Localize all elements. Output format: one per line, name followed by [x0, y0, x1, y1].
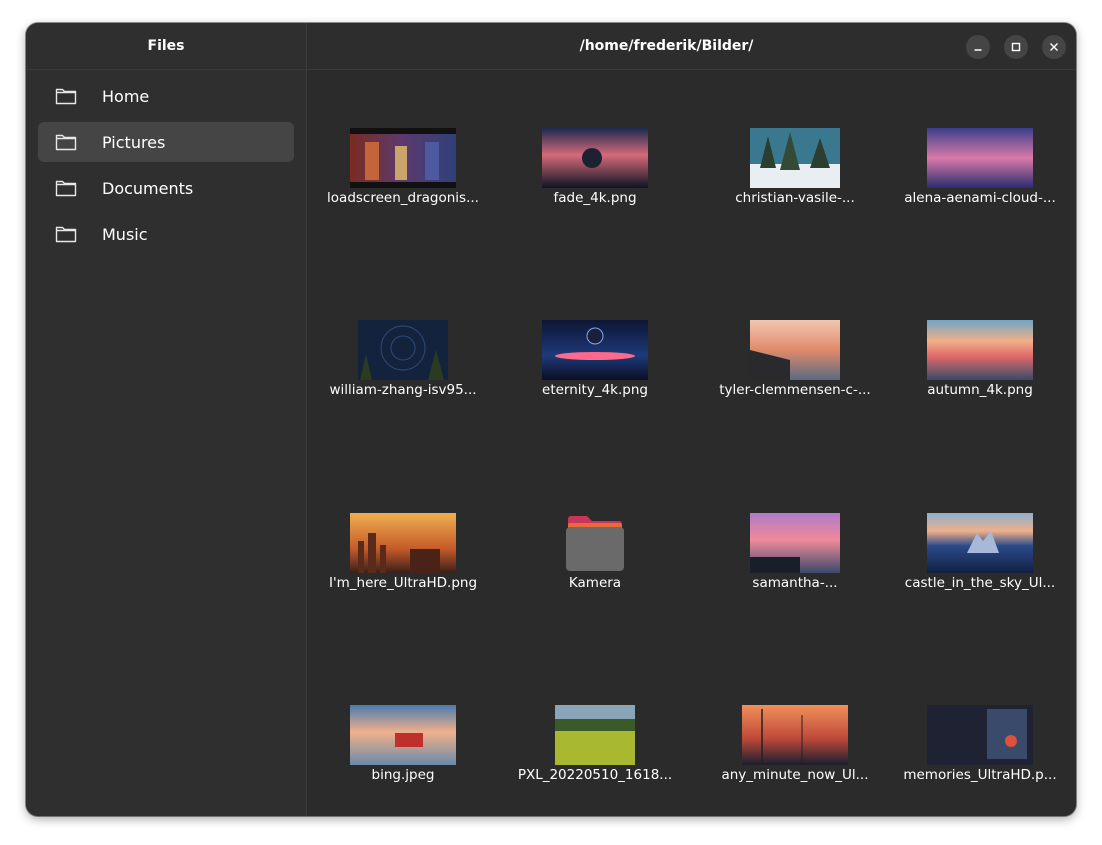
file-item[interactable]: loadscreen_dragonis...	[313, 126, 493, 236]
image-thumbnail	[358, 320, 448, 380]
current-path: /home/frederik/Bilder/	[579, 38, 754, 54]
image-thumbnail	[542, 320, 648, 380]
file-name: tyler-clemmensen-c-...	[719, 382, 871, 398]
close-icon	[1050, 43, 1058, 51]
file-name: autumn_4k.png	[927, 382, 1033, 398]
folder-icon	[566, 516, 624, 571]
sidebar-item-documents[interactable]: Documents	[38, 168, 294, 208]
sidebar-item-home[interactable]: Home	[38, 76, 294, 116]
sidebar-item-label: Home	[102, 86, 150, 106]
sidebar-item-label: Pictures	[102, 132, 166, 152]
file-name: I'm_here_UltraHD.png	[328, 575, 478, 591]
image-thumbnail	[750, 320, 840, 380]
file-name: loadscreen_dragonis...	[327, 190, 479, 206]
main-pane: /home/frederik/Bilder/ loadscreen_dragon…	[307, 23, 1076, 816]
sidebar: Files Home Pictures Documents Music	[26, 23, 307, 816]
sidebar-item-label: Music	[102, 224, 148, 244]
file-item[interactable]: any_minute_now_Ul...	[705, 703, 885, 813]
places-list: Home Pictures Documents Music	[26, 70, 306, 254]
image-thumbnail	[350, 513, 456, 573]
file-item[interactable]: eternity_4k.png	[505, 318, 685, 428]
image-thumbnail	[350, 705, 456, 765]
file-item[interactable]: christian-vasile-...	[705, 126, 885, 236]
file-item[interactable]: alena-aenami-cloud-...	[890, 126, 1070, 236]
folder-name: Kamera	[568, 575, 622, 591]
file-item[interactable]: fade_4k.png	[505, 126, 685, 236]
file-name: memories_UltraHD.p...	[903, 767, 1057, 783]
image-thumbnail	[750, 128, 840, 188]
close-button[interactable]	[1042, 35, 1066, 59]
file-item[interactable]: autumn_4k.png	[890, 318, 1070, 428]
file-name: bing.jpeg	[371, 767, 435, 783]
file-item[interactable]: bing.jpeg	[313, 703, 493, 813]
file-item[interactable]: samantha-...	[705, 511, 885, 621]
image-thumbnail	[555, 705, 635, 765]
file-name: christian-vasile-...	[735, 190, 855, 206]
file-item[interactable]: PXL_20220510_1618...	[505, 703, 685, 813]
file-item[interactable]: tyler-clemmensen-c-...	[705, 318, 885, 428]
minimize-icon	[974, 49, 982, 51]
file-name: castle_in_the_sky_Ul...	[904, 575, 1056, 591]
file-manager-window: Files Home Pictures Documents Music /hom…	[26, 23, 1076, 816]
image-thumbnail	[927, 128, 1033, 188]
minimize-button[interactable]	[966, 35, 990, 59]
file-name: samantha-...	[752, 575, 838, 591]
file-item[interactable]: memories_UltraHD.p...	[890, 703, 1070, 813]
file-name: eternity_4k.png	[542, 382, 648, 398]
folder-item[interactable]: Kamera	[505, 511, 685, 621]
sidebar-item-label: Documents	[102, 178, 194, 198]
folder-icon	[55, 180, 77, 197]
sidebar-item-pictures[interactable]: Pictures	[38, 122, 294, 162]
image-thumbnail	[750, 513, 840, 573]
image-thumbnail	[927, 705, 1033, 765]
sidebar-item-music[interactable]: Music	[38, 214, 294, 254]
folder-icon	[55, 134, 77, 151]
file-name: alena-aenami-cloud-...	[904, 190, 1056, 206]
header-bar: /home/frederik/Bilder/	[307, 23, 1076, 70]
image-thumbnail	[542, 128, 648, 188]
file-item[interactable]: william-zhang-isv95...	[313, 318, 493, 428]
file-item[interactable]: castle_in_the_sky_Ul...	[890, 511, 1070, 621]
file-name: fade_4k.png	[553, 190, 637, 206]
image-thumbnail	[927, 320, 1033, 380]
image-thumbnail	[927, 513, 1033, 573]
image-thumbnail	[742, 705, 848, 765]
file-name: any_minute_now_Ul...	[721, 767, 869, 783]
maximize-icon	[1011, 42, 1021, 52]
folder-icon	[55, 226, 77, 243]
file-grid: loadscreen_dragonis... fade_4k.png chris…	[307, 70, 1076, 816]
file-item[interactable]: I'm_here_UltraHD.png	[313, 511, 493, 621]
image-thumbnail	[350, 128, 456, 188]
file-name: william-zhang-isv95...	[329, 382, 477, 398]
file-name: PXL_20220510_1618...	[517, 767, 673, 783]
folder-icon	[55, 88, 77, 105]
maximize-button[interactable]	[1004, 35, 1028, 59]
